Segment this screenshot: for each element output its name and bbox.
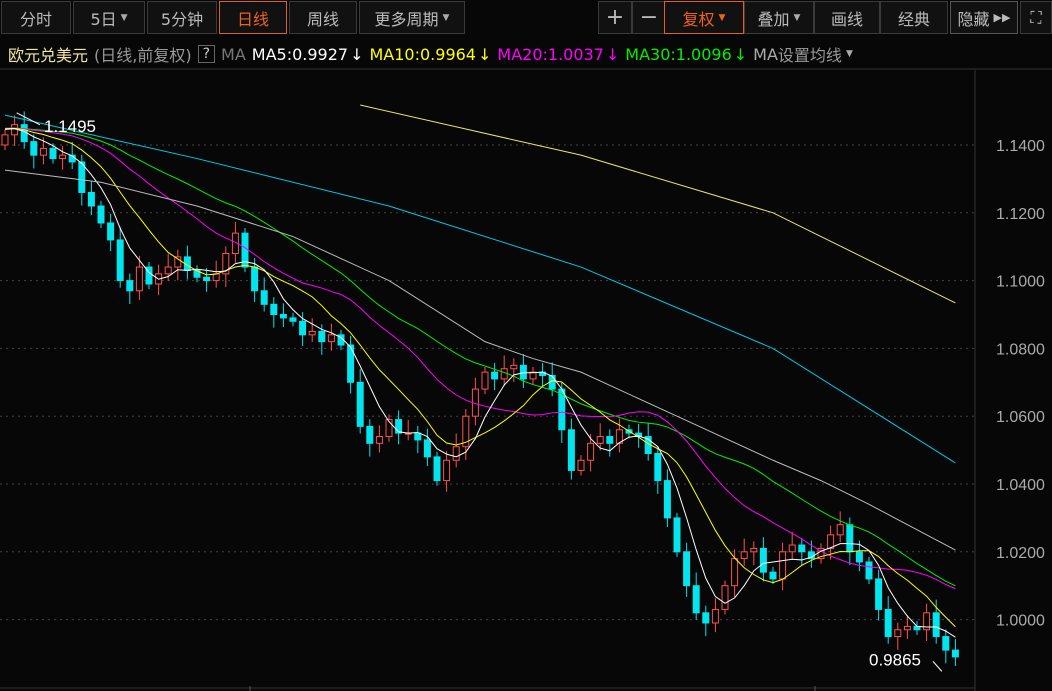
candle-down bbox=[356, 381, 364, 427]
y-tick-label: 1.0200 bbox=[996, 545, 1045, 562]
candle-down bbox=[846, 524, 854, 553]
candle-up bbox=[443, 459, 451, 482]
ma30-line bbox=[4, 127, 956, 587]
candle-down bbox=[759, 547, 767, 573]
candle-down bbox=[702, 612, 710, 624]
candle-down bbox=[942, 636, 950, 651]
candle-down bbox=[49, 147, 57, 160]
candle-down bbox=[251, 266, 259, 292]
candle-up bbox=[903, 625, 911, 631]
candle-up bbox=[39, 147, 47, 156]
max-price-label: 1.1495 bbox=[44, 117, 96, 136]
candle-down bbox=[203, 276, 211, 282]
candle-down bbox=[865, 561, 873, 580]
candle-up bbox=[740, 551, 748, 560]
candle-down bbox=[414, 432, 422, 441]
candle-down bbox=[692, 585, 700, 614]
candle-up bbox=[452, 446, 460, 461]
candle-down bbox=[683, 551, 691, 587]
candle-up bbox=[587, 442, 595, 461]
candle-up bbox=[779, 551, 787, 580]
candle-down bbox=[279, 314, 287, 319]
candle-down bbox=[798, 544, 806, 553]
y-tick-label: 1.0800 bbox=[996, 341, 1045, 358]
candle-down bbox=[654, 452, 662, 482]
candle-down bbox=[606, 436, 614, 444]
candle-down bbox=[30, 141, 38, 156]
candle-down bbox=[299, 320, 307, 336]
candle-up bbox=[1, 134, 9, 146]
candle-down bbox=[107, 222, 115, 241]
candle-up bbox=[164, 266, 172, 275]
y-tick-label: 1.1200 bbox=[996, 206, 1045, 223]
candle-up bbox=[308, 330, 316, 336]
candle-down bbox=[260, 290, 268, 305]
candlestick-chart[interactable]: 1.1400 1.1200 1.1000 1.0800 1.0600 1.0400 1.02… bbox=[0, 0, 1052, 691]
candle-up bbox=[212, 273, 220, 282]
candle-down bbox=[289, 317, 297, 322]
candle-up bbox=[836, 524, 844, 536]
candle-up bbox=[711, 608, 719, 624]
candle-up bbox=[731, 558, 739, 587]
candle-down bbox=[951, 649, 959, 658]
candle-down bbox=[318, 330, 326, 343]
candle-down bbox=[126, 280, 134, 292]
candle-down bbox=[673, 517, 681, 553]
candle-down bbox=[491, 371, 499, 380]
candle-down bbox=[567, 429, 575, 471]
candle-down bbox=[519, 364, 527, 380]
candle-up bbox=[596, 436, 604, 444]
min-pointer-arrow bbox=[932, 661, 943, 672]
y-tick-label: 1.1400 bbox=[996, 138, 1045, 155]
candle-down bbox=[97, 205, 105, 224]
y-tick-label: 1.0600 bbox=[996, 409, 1045, 426]
candle-down bbox=[433, 456, 441, 482]
ma60-line bbox=[4, 169, 956, 551]
candle-down bbox=[884, 608, 892, 638]
candle-up bbox=[500, 368, 508, 380]
candle-down bbox=[423, 439, 431, 458]
candle-up bbox=[894, 629, 902, 638]
y-tick-label: 1.0000 bbox=[996, 613, 1045, 630]
candle-up bbox=[788, 544, 796, 553]
candle-up bbox=[510, 364, 518, 370]
candle-up bbox=[577, 459, 585, 471]
ma20-line bbox=[4, 127, 956, 590]
candle-up bbox=[481, 371, 489, 390]
candle-up bbox=[375, 436, 383, 444]
y-tick-label: 1.0400 bbox=[996, 477, 1045, 494]
candle-up bbox=[135, 266, 143, 292]
candle-down bbox=[932, 612, 940, 638]
candle-up bbox=[59, 154, 67, 160]
ma250-line bbox=[360, 104, 956, 304]
y-tick-label: 1.1000 bbox=[996, 274, 1045, 291]
candle-down bbox=[116, 239, 124, 282]
ma5-line bbox=[4, 128, 956, 638]
candle-down bbox=[855, 551, 863, 563]
candle-down bbox=[663, 480, 671, 519]
ma120-line bbox=[4, 114, 956, 464]
candle-up bbox=[327, 334, 335, 343]
min-price-label: 0.9865 bbox=[869, 650, 921, 669]
candle-down bbox=[87, 191, 95, 207]
candle-up bbox=[721, 585, 729, 610]
candle-down bbox=[366, 425, 374, 444]
candle-down bbox=[875, 578, 883, 610]
candle-down bbox=[769, 571, 777, 580]
candle-up bbox=[750, 547, 758, 553]
candle-down bbox=[270, 303, 278, 315]
